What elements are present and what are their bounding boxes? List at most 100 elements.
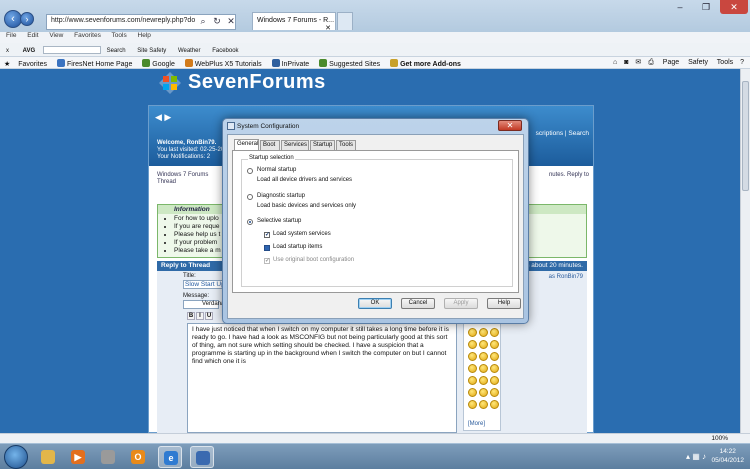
smiley-icon[interactable] [468,364,477,373]
smiley-icon[interactable] [479,340,488,349]
page-menu[interactable]: Page [663,59,679,66]
fav-item[interactable]: Suggested Sites [319,59,380,68]
smiley-icon[interactable] [490,376,499,385]
header-links[interactable]: scriptions | Search [536,130,589,137]
breadcrumb-link[interactable]: Windows 7 Forums [157,172,208,179]
page-scrollbar[interactable] [740,69,750,433]
notifications-link[interactable]: Your Notifications: 2 [157,154,229,161]
minimize-icon[interactable]: – [668,0,692,14]
selective-startup-radio[interactable] [247,219,253,225]
bold-button[interactable]: B [187,312,195,320]
font-select[interactable]: Verdana [183,300,224,309]
taskbar-msconfig[interactable] [190,446,214,468]
browser-tab[interactable]: Windows 7 Forums - R... ✕ [252,12,336,30]
ok-button[interactable]: OK [358,298,392,309]
smiley-icon[interactable] [468,352,477,361]
scroll-thumb[interactable] [742,81,749,191]
menu-favorites[interactable]: Favorites [74,32,101,39]
tools-menu[interactable]: Tools [717,59,733,66]
favorites-button[interactable]: Favorites [18,61,47,68]
smiley-icon[interactable] [490,328,499,337]
taskbar-ie[interactable]: e [158,446,182,468]
avg-search-input[interactable] [42,46,101,54]
smiley-icon[interactable] [479,352,488,361]
avg-button[interactable]: AVG [23,48,36,54]
menu-edit[interactable]: Edit [27,32,38,39]
smiley-icon[interactable] [490,364,499,373]
message-textarea[interactable]: I have just noticed that when I switch o… [187,323,457,433]
smiley-icon[interactable] [468,388,477,397]
dialog-close-icon[interactable]: ✕ [498,120,522,131]
home-icon[interactable]: ⌂ [613,59,617,66]
load-system-services-checkbox[interactable]: ✓ [264,232,270,238]
smiley-icon[interactable] [468,376,477,385]
facebook-button[interactable]: Facebook [212,48,238,54]
toolbar-close-icon[interactable]: x [6,48,9,54]
mail-icon[interactable]: ✉ [635,59,641,66]
taskbar-scanner[interactable] [96,446,120,468]
smiley-icon[interactable] [479,328,488,337]
tab-close-icon[interactable]: ✕ [325,24,331,30]
italic-button[interactable]: I [196,312,204,320]
smiley-icon[interactable] [479,376,488,385]
menu-view[interactable]: View [49,32,63,39]
menu-file[interactable]: File [6,32,16,39]
forward-arrow-icon[interactable]: › [20,12,34,26]
fav-item[interactable]: WebPlus X5 Tutorials [184,59,262,68]
smiley-icon[interactable] [468,328,477,337]
refresh-icon[interactable]: ↻ [211,15,223,27]
feeds-icon[interactable]: ◙ [624,59,628,66]
new-tab-button[interactable] [337,12,353,30]
tab-tools[interactable]: Tools [336,140,356,150]
help-icon[interactable]: ? [740,59,744,66]
taskbar-outlook[interactable]: O [126,446,150,468]
tray-arrow-icon[interactable]: ▴ [686,452,690,461]
favorites-star-icon[interactable]: ★ [4,60,10,68]
normal-startup-radio[interactable] [247,168,253,174]
network-icon[interactable]: ▦ [692,452,700,461]
diagnostic-startup-radio[interactable] [247,194,253,200]
taskbar-media-player[interactable]: ▶ [66,446,90,468]
tab-startup[interactable]: Startup [310,140,335,150]
load-startup-items-checkbox[interactable] [264,245,270,251]
fav-item[interactable]: FiresNet Home Page [56,59,132,68]
help-button[interactable]: Help [487,298,521,309]
avg-search-button[interactable]: Search [107,48,126,54]
fav-item[interactable]: Google [142,59,175,68]
selective-startup-label[interactable]: Selective startup [257,218,301,224]
menu-tools[interactable]: Tools [112,32,127,39]
print-icon[interactable]: ⎙ [648,59,654,66]
volume-icon[interactable]: ♪ [702,452,706,461]
site-logo[interactable]: SevenForums [158,69,328,101]
search-icon[interactable]: ⌕ [197,15,209,27]
smiley-icon[interactable] [490,352,499,361]
smiley-icon[interactable] [490,340,499,349]
smiley-icon[interactable] [490,388,499,397]
load-system-services-label[interactable]: Load system services [273,231,331,237]
normal-startup-label[interactable]: Normal startup [257,167,296,173]
cancel-button[interactable]: Cancel [401,298,435,309]
clock[interactable]: 14:22 05/04/2012 [711,447,744,465]
safety-menu[interactable]: Safety [688,59,708,66]
close-window-icon[interactable]: ✕ [720,0,748,14]
menu-help[interactable]: Help [138,32,151,39]
tab-boot[interactable]: Boot [260,140,280,150]
stop-icon[interactable]: ✕ [225,15,237,27]
smiley-icon[interactable] [468,400,477,409]
site-nav-arrows-icon[interactable]: ◀ ▶ [155,112,171,123]
site-safety-button[interactable]: Site Safety [137,48,166,54]
load-startup-items-label[interactable]: Load startup items [273,244,322,250]
taskbar-explorer[interactable] [36,446,60,468]
fav-item[interactable]: Get more Add-ons [390,59,461,68]
smiley-icon[interactable] [479,400,488,409]
smiley-icon[interactable] [479,364,488,373]
start-button[interactable] [4,445,28,469]
fav-item[interactable]: InPrivate [271,59,309,68]
tab-services[interactable]: Services [281,140,309,150]
zoom-level[interactable]: 100% [711,435,728,442]
underline-button[interactable]: U [205,312,213,320]
weather-button[interactable]: Weather [178,48,201,54]
maximize-icon[interactable]: ❐ [694,0,718,14]
diagnostic-startup-label[interactable]: Diagnostic startup [257,193,305,199]
smiley-icon[interactable] [479,388,488,397]
